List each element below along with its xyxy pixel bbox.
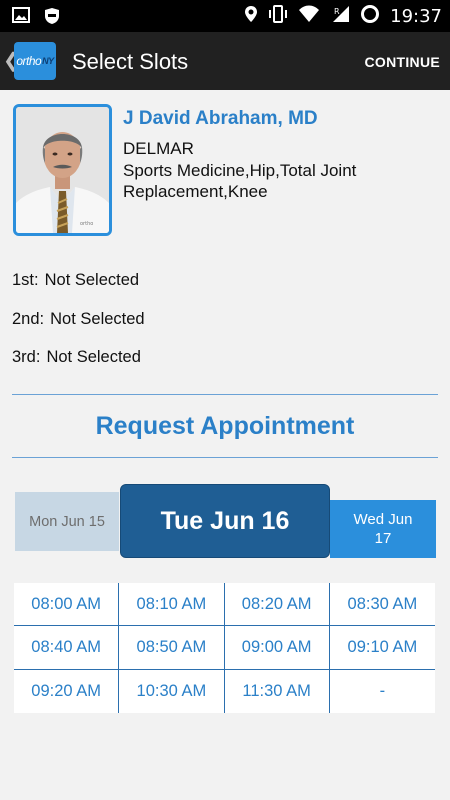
- time-slot[interactable]: 09:20 AM: [14, 669, 120, 713]
- location-icon: [244, 5, 258, 28]
- svg-text:ortho: ortho: [80, 221, 93, 227]
- time-slot[interactable]: 08:20 AM: [224, 583, 330, 627]
- app-bar: ❮ ortho NY Select Slots CONTINUE: [0, 32, 450, 90]
- selection-label: 2nd:: [12, 310, 45, 328]
- time-slot[interactable]: 09:00 AM: [224, 626, 330, 670]
- selection-1st: 1st: Not Selected: [12, 271, 139, 290]
- logo-text: ortho: [16, 54, 42, 68]
- time-slot[interactable]: 09:10 AM: [329, 626, 435, 670]
- divider: [12, 457, 438, 458]
- vibrate-icon: [268, 5, 288, 28]
- status-time: 19:37: [390, 6, 442, 27]
- day-tab-next[interactable]: Wed Jun 17: [330, 500, 436, 558]
- selection-2nd: 2nd: Not Selected: [12, 310, 145, 329]
- time-slot[interactable]: 08:30 AM: [329, 583, 435, 627]
- selection-value: Not Selected: [50, 310, 145, 328]
- doctor-photo: ortho: [13, 104, 112, 236]
- selection-value: Not Selected: [44, 271, 140, 289]
- day-tab-previous[interactable]: Mon Jun 15: [15, 492, 119, 551]
- wifi-icon: [298, 5, 320, 28]
- time-slot[interactable]: 08:00 AM: [14, 583, 120, 627]
- time-slot[interactable]: 08:50 AM: [119, 626, 225, 670]
- loading-circle-icon: [360, 4, 380, 29]
- image-icon: [12, 7, 30, 30]
- page-title: Select Slots: [72, 49, 189, 74]
- logo-suffix: NY: [42, 56, 54, 66]
- app-logo[interactable]: ortho NY: [14, 42, 56, 80]
- svg-text:R: R: [334, 7, 340, 16]
- selection-value: Not Selected: [46, 348, 141, 366]
- time-slot-grid: 08:00 AM 08:10 AM 08:20 AM 08:30 AM 08:4…: [14, 583, 435, 713]
- continue-button[interactable]: CONTINUE: [364, 54, 440, 70]
- signal-roaming-icon: R: [330, 5, 350, 28]
- day-tab-current[interactable]: Tue Jun 16: [120, 484, 330, 558]
- time-slot[interactable]: 08:10 AM: [119, 583, 225, 627]
- time-slot-empty: -: [379, 681, 386, 700]
- doctor-specialty: Sports Medicine,Hip,Total Joint Replacem…: [123, 161, 357, 201]
- request-appointment-heading: Request Appointment: [95, 412, 355, 440]
- selection-label: 1st:: [12, 271, 39, 289]
- status-bar: R 19:37: [0, 0, 450, 32]
- doctor-location: DELMAR: [123, 139, 194, 158]
- divider: [12, 394, 438, 395]
- time-slot[interactable]: 11:30 AM: [225, 669, 330, 713]
- time-slot[interactable]: 08:40 AM: [14, 626, 120, 670]
- selection-3rd: 3rd: Not Selected: [12, 348, 141, 367]
- doctor-name: J David Abraham, MD: [123, 108, 318, 129]
- shield-icon: [44, 7, 60, 30]
- selection-label: 3rd:: [12, 348, 41, 366]
- time-slot[interactable]: 10:30 AM: [119, 669, 225, 713]
